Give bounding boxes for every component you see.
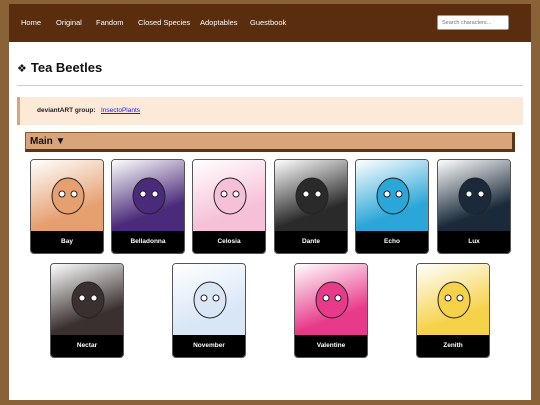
character-art [173, 264, 245, 336]
character-art [51, 264, 123, 336]
character-head [193, 281, 227, 319]
character-card[interactable]: Belladonna [111, 159, 185, 254]
character-card[interactable]: Zenith [416, 263, 490, 358]
character-name: Lux [438, 231, 510, 253]
character-eye [456, 294, 464, 302]
character-name: Celosia [193, 231, 265, 253]
character-art [417, 264, 489, 336]
character-art [356, 160, 428, 232]
character-eye [139, 190, 147, 198]
nav-home[interactable]: Home [21, 18, 41, 27]
section-header-main[interactable]: Main ▼ [25, 132, 515, 152]
character-name: Nectar [51, 335, 123, 357]
character-eye [212, 294, 220, 302]
character-eye [322, 294, 330, 302]
character-card[interactable]: Dante [274, 159, 348, 254]
character-card[interactable]: November [172, 263, 246, 358]
page-frame: Home Original Fandom Closed Species Adop… [9, 4, 531, 400]
character-card[interactable]: Nectar [50, 263, 124, 358]
character-name: Bay [31, 231, 103, 253]
character-head [315, 281, 349, 319]
character-name: Belladonna [112, 231, 184, 253]
character-silhouette [376, 177, 410, 215]
character-art [275, 160, 347, 232]
character-card[interactable]: Valentine [294, 263, 368, 358]
character-eye [200, 294, 208, 302]
character-eye [334, 294, 342, 302]
character-name: Zenith [417, 335, 489, 357]
page-title: ❖ Tea Beetles [17, 60, 102, 75]
nav-original[interactable]: Original [56, 18, 82, 27]
group-notice: deviantART group: InsectoPlants [17, 97, 523, 125]
nav-adoptables[interactable]: Adoptables [200, 18, 238, 27]
character-eye [465, 190, 473, 198]
character-art [31, 160, 103, 232]
character-silhouette [71, 281, 105, 319]
notice-label: deviantART group: [37, 107, 96, 114]
character-head [132, 177, 166, 215]
character-eye [90, 294, 98, 302]
character-eye [220, 190, 228, 198]
character-art [438, 160, 510, 232]
character-head [376, 177, 410, 215]
character-eye [70, 190, 78, 198]
character-eye [151, 190, 159, 198]
character-silhouette [458, 177, 492, 215]
nav-closed-species[interactable]: Closed Species [138, 18, 190, 27]
character-eye [78, 294, 86, 302]
nav-guestbook[interactable]: Guestbook [250, 18, 286, 27]
character-head [51, 177, 85, 215]
character-head [295, 177, 329, 215]
character-eye [58, 190, 66, 198]
character-name: Valentine [295, 335, 367, 357]
nav-fandom[interactable]: Fandom [96, 18, 124, 27]
divider [17, 85, 523, 86]
character-art [295, 264, 367, 336]
character-silhouette [213, 177, 247, 215]
character-card[interactable]: Celosia [192, 159, 266, 254]
character-name: Echo [356, 231, 428, 253]
page-title-text: Tea Beetles [30, 60, 103, 75]
section-label: Main ▼ [30, 136, 66, 147]
character-silhouette [51, 177, 85, 215]
character-eye [302, 190, 310, 198]
character-art [193, 160, 265, 232]
title-icon: ❖ [17, 63, 27, 75]
character-art [112, 160, 184, 232]
character-card[interactable]: Bay [30, 159, 104, 254]
character-silhouette [295, 177, 329, 215]
search-input[interactable] [437, 15, 509, 30]
character-card[interactable]: Echo [355, 159, 429, 254]
character-eye [232, 190, 240, 198]
character-silhouette [315, 281, 349, 319]
character-head [213, 177, 247, 215]
character-silhouette [132, 177, 166, 215]
group-link[interactable]: InsectoPlants [101, 107, 140, 114]
top-nav: Home Original Fandom Closed Species Adop… [9, 4, 531, 42]
character-eye [444, 294, 452, 302]
character-eye [395, 190, 403, 198]
character-silhouette [193, 281, 227, 319]
character-head [458, 177, 492, 215]
character-eye [314, 190, 322, 198]
character-name: Dante [275, 231, 347, 253]
character-head [71, 281, 105, 319]
character-eye [477, 190, 485, 198]
character-head [437, 281, 471, 319]
character-silhouette [437, 281, 471, 319]
character-eye [383, 190, 391, 198]
character-card[interactable]: Lux [437, 159, 511, 254]
character-name: November [173, 335, 245, 357]
